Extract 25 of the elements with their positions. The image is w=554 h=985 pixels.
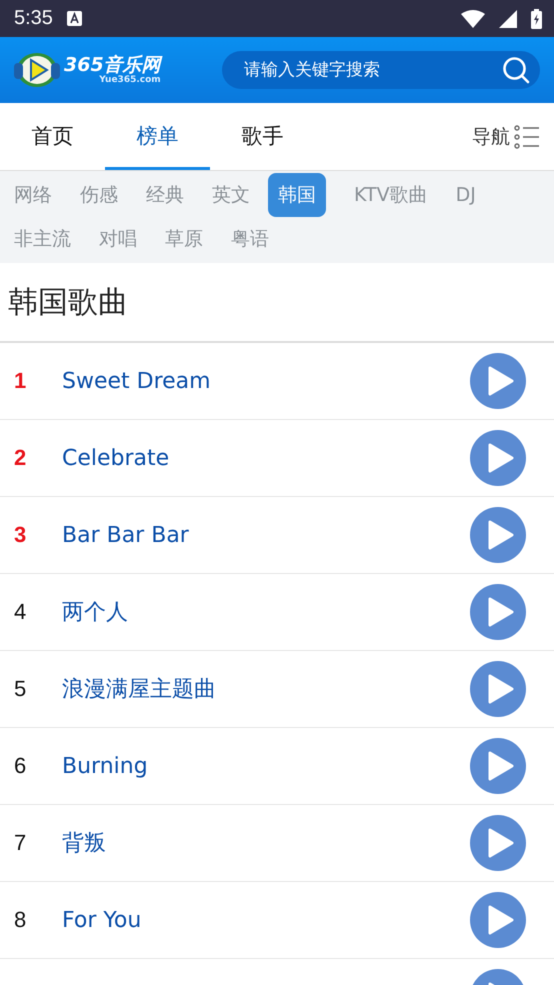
song-link[interactable]: 两个人	[62, 597, 470, 627]
song-link[interactable]: Burning	[62, 754, 470, 778]
song-link[interactable]: 背叛	[62, 828, 470, 858]
song-link[interactable]: Sweet Dream	[62, 368, 470, 394]
section-title: 韩国歌曲	[0, 263, 554, 343]
rank-number: 4	[14, 599, 28, 625]
search-field[interactable]: 请输入关键字搜索	[222, 51, 540, 89]
song-link[interactable]: For You	[62, 908, 470, 932]
logo-url: Yue365.com	[99, 74, 161, 84]
category-tab[interactable]: 韩国	[268, 173, 326, 217]
nav-tab[interactable]: 歌手	[210, 103, 315, 170]
rank-number: 5	[14, 676, 28, 702]
rank-number: 2	[14, 445, 28, 471]
status-time: 5:35	[14, 7, 53, 30]
rank-number: 8	[14, 907, 28, 933]
rank-number: 7	[14, 830, 28, 856]
song-link[interactable]: Bar Bar Bar	[62, 522, 470, 548]
rank-number: 6	[14, 753, 28, 779]
song-link[interactable]: 浪漫满屋主题曲	[62, 674, 470, 704]
nav-tab[interactable]: 首页	[0, 103, 105, 170]
rank-number: 1	[14, 368, 28, 394]
rank-number: 3	[14, 522, 28, 548]
nav-menu-button[interactable]: 导航	[472, 103, 540, 170]
logo-text: 365音乐网	[64, 56, 161, 74]
song-link[interactable]: Celebrate	[62, 446, 470, 470]
